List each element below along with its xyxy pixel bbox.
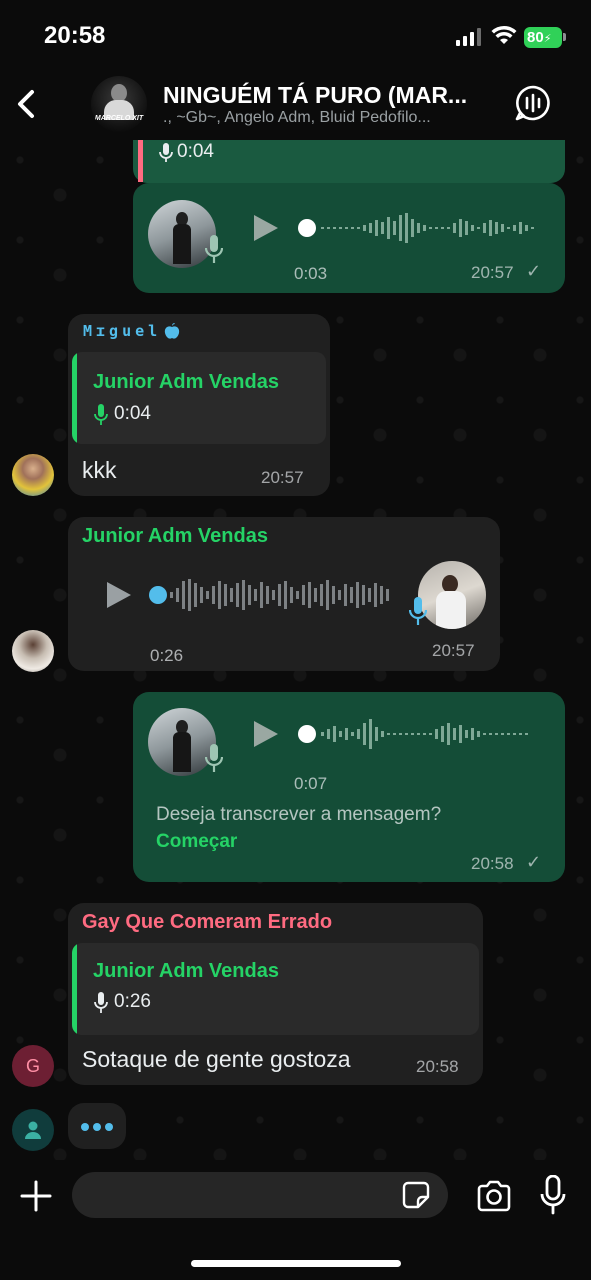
voice-duration: 0:07 <box>294 774 328 793</box>
microphone-icon[interactable] <box>540 1175 566 1215</box>
camera-icon[interactable] <box>476 1180 512 1212</box>
sender-name: Junior Adm Vendas <box>82 525 268 547</box>
message-bubble-outgoing[interactable]: 0:04 <box>133 140 565 183</box>
mic-icon <box>94 992 108 1013</box>
clock: 20:58 <box>44 22 106 49</box>
voice-duration: 0:26 <box>150 646 184 665</box>
cellular-signal-icon <box>456 28 481 46</box>
message-time: 20:57 <box>261 468 304 487</box>
group-name[interactable]: NINGUÉM TÁ PURO (MAR... <box>163 82 467 109</box>
sender-name: Gay Que Comeram Errado <box>82 911 333 933</box>
voice-chat-icon[interactable] <box>514 84 552 122</box>
message-text: Sotaque de gente gostoza <box>82 1046 351 1072</box>
voice-duration: 0:03 <box>294 264 328 283</box>
sent-check-icon: ✓ <box>526 261 542 281</box>
sender-photo <box>418 561 486 629</box>
chat-area[interactable]: 0:04 0:03 20:57 ✓ Mɪguel Junior Adm Vend… <box>0 140 591 1160</box>
typing-user-avatar[interactable] <box>12 1109 54 1151</box>
typing-dot <box>105 1123 113 1131</box>
voice-waveform[interactable] <box>295 211 545 245</box>
sender-name: Mɪguel <box>83 322 162 340</box>
quoted-sender: Junior Adm Vendas <box>93 371 279 393</box>
quoted-sender: Junior Adm Vendas <box>93 960 279 982</box>
message-time: 20:58 <box>416 1057 459 1076</box>
quote-duration: 0:04 <box>177 141 214 162</box>
plus-icon[interactable] <box>18 1178 54 1214</box>
message-bubble-incoming[interactable]: Gay Que Comeram Errado Junior Adm Vendas… <box>68 903 483 1085</box>
person-icon <box>25 1121 41 1139</box>
message-text: kkk <box>82 457 117 483</box>
voice-waveform[interactable] <box>295 717 545 751</box>
play-icon[interactable] <box>251 213 281 243</box>
message-time: 20:58 <box>471 854 514 873</box>
typing-indicator <box>68 1103 126 1149</box>
mic-icon <box>159 143 173 162</box>
mic-icon <box>94 404 108 425</box>
mic-icon <box>205 235 223 263</box>
voice-message-incoming[interactable]: Junior Adm Vendas 0:26 20:57 <box>68 517 500 671</box>
battery-tip <box>563 33 566 41</box>
sticker-icon[interactable] <box>402 1181 430 1209</box>
message-input[interactable] <box>72 1172 448 1218</box>
transcribe-button[interactable]: Começar <box>156 831 237 853</box>
avatar-initial: G <box>25 1056 40 1076</box>
wifi-icon <box>491 25 517 44</box>
quoted-message[interactable]: Junior Adm Vendas 0:26 <box>72 943 479 1035</box>
play-icon[interactable] <box>104 580 134 610</box>
typing-dot <box>81 1123 89 1131</box>
typing-dot <box>93 1123 101 1131</box>
transcribe-prompt: Deseja transcrever a mensagem? <box>156 804 442 825</box>
voice-waveform[interactable] <box>148 575 392 615</box>
input-bar <box>0 1160 591 1280</box>
apple-icon <box>164 323 180 339</box>
sent-check-icon: ✓ <box>526 852 542 872</box>
play-icon[interactable] <box>251 719 281 749</box>
back-button[interactable] <box>10 84 40 124</box>
group-avatar[interactable]: MARCELO XIT <box>91 76 147 132</box>
battery-indicator: 80⚡ <box>524 27 562 48</box>
chat-header: MARCELO XIT NINGUÉM TÁ PURO (MAR... ., ~… <box>0 70 591 140</box>
sender-avatar[interactable]: G <box>12 1045 54 1087</box>
voice-message-outgoing[interactable]: 0:03 20:57 ✓ <box>133 183 565 293</box>
status-bar: 20:58 80⚡ <box>0 0 591 70</box>
message-time: 20:57 <box>432 641 475 660</box>
message-time: 20:57 <box>471 263 514 282</box>
quote-duration: 0:04 <box>114 403 151 424</box>
quote-duration: 0:26 <box>114 991 151 1012</box>
sender-avatar[interactable] <box>12 630 54 672</box>
voice-message-outgoing[interactable]: 0:07 Deseja transcrever a mensagem? Come… <box>133 692 565 882</box>
sender-avatar[interactable] <box>12 454 54 496</box>
home-indicator[interactable] <box>191 1260 401 1267</box>
mic-icon <box>205 744 223 772</box>
mic-icon <box>409 597 427 625</box>
group-members[interactable]: ., ~Gb~, Angelo Adm, Bluid Pedofilo... <box>163 109 431 127</box>
message-bubble-incoming[interactable]: Mɪguel Junior Adm Vendas 0:04 kkk 20:57 <box>68 314 330 496</box>
quoted-message[interactable]: Junior Adm Vendas 0:04 <box>72 352 326 444</box>
